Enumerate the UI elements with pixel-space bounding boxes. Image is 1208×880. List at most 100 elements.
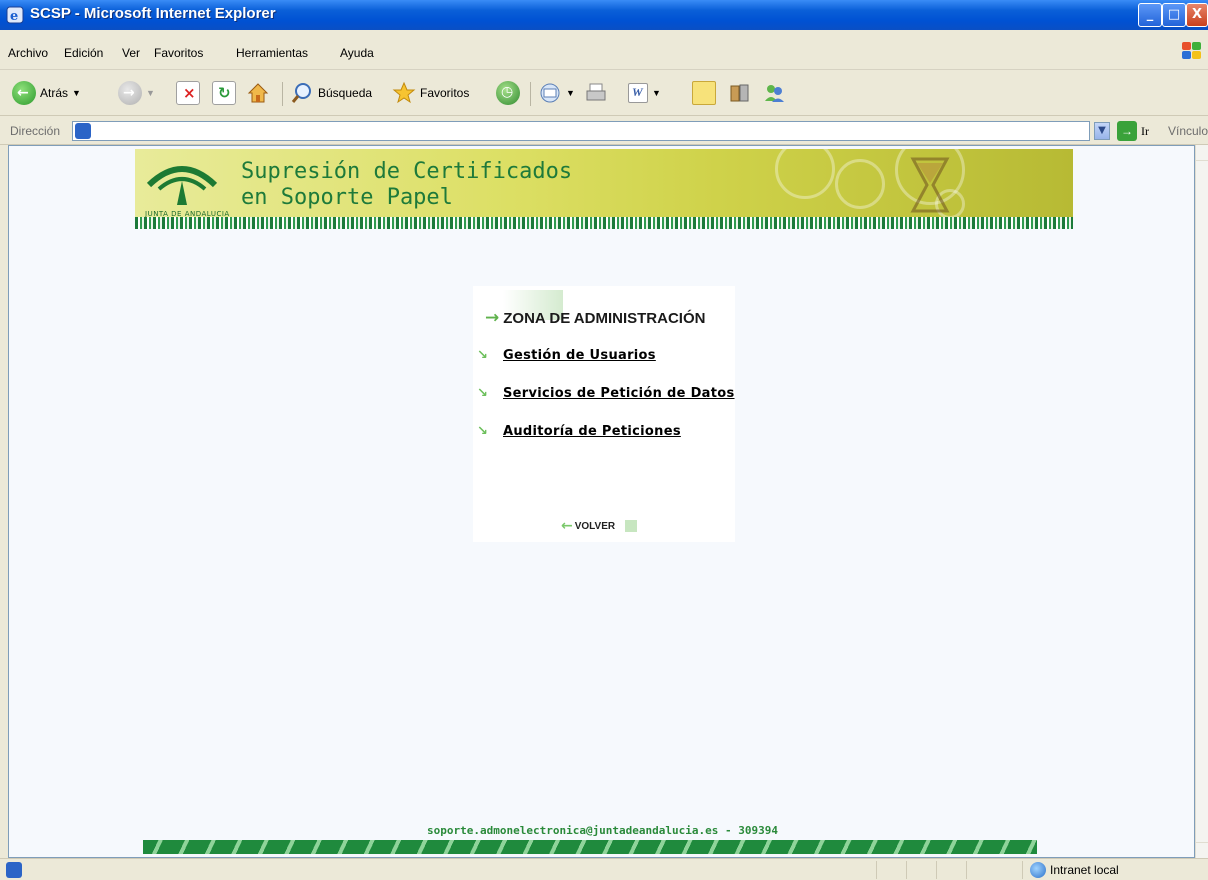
back-link[interactable]: ← VOLVER bbox=[561, 518, 638, 534]
browser-window: e SCSP - Microsoft Internet Explorer _ □… bbox=[0, 0, 1208, 880]
status-bar: Intranet local bbox=[0, 858, 1208, 880]
hourglass-icon bbox=[910, 157, 950, 213]
favorites-label: Favoritos bbox=[420, 86, 470, 100]
arrow-right-icon: → bbox=[485, 308, 500, 328]
arrow-left-icon: ← bbox=[561, 518, 573, 534]
refresh-button[interactable]: ↻ bbox=[212, 80, 236, 106]
arrow-down-right-icon: ↘ bbox=[477, 423, 488, 439]
security-zone[interactable]: Intranet local bbox=[1030, 862, 1119, 878]
home-button[interactable] bbox=[246, 80, 270, 106]
toolbar: ← Atrás ▼ → ▼ × ↻ Búsqueda Favoritos ◷ ▼… bbox=[0, 70, 1208, 116]
junta-logo-icon bbox=[146, 166, 218, 205]
stop-button[interactable]: × bbox=[176, 80, 200, 106]
menu-bar: Archivo Edición Ver Favoritos Herramient… bbox=[0, 30, 1208, 70]
chevron-down-icon[interactable]: ▼ bbox=[1094, 122, 1110, 140]
menu-favoritos[interactable]: Favoritos bbox=[154, 46, 203, 60]
link-auditoria-peticiones[interactable]: ↘ Auditoría de Peticiones bbox=[477, 424, 681, 439]
title-bar[interactable]: e SCSP - Microsoft Internet Explorer _ □… bbox=[0, 0, 1208, 30]
word-icon: W bbox=[628, 83, 648, 103]
star-icon bbox=[392, 81, 416, 105]
link-label[interactable]: Gestión de Usuarios bbox=[503, 348, 656, 363]
discuss-button[interactable] bbox=[692, 80, 716, 106]
back-link-label[interactable]: VOLVER bbox=[575, 521, 615, 532]
chevron-down-icon[interactable]: ▼ bbox=[146, 88, 155, 98]
close-button[interactable]: X bbox=[1186, 3, 1208, 27]
edit-button[interactable]: W ▼ bbox=[628, 80, 661, 106]
windows-logo-icon bbox=[1180, 40, 1204, 62]
refresh-icon: ↻ bbox=[212, 81, 236, 105]
back-button[interactable]: ← Atrás ▼ bbox=[12, 80, 81, 106]
stop-icon: × bbox=[176, 81, 200, 105]
toolbar-separator bbox=[282, 82, 283, 106]
status-pane bbox=[966, 861, 967, 879]
back-arrow-icon: ← bbox=[12, 81, 36, 105]
history-icon: ◷ bbox=[496, 81, 520, 105]
note-icon bbox=[692, 81, 716, 105]
chevron-down-icon[interactable]: ▼ bbox=[652, 88, 661, 98]
page-icon bbox=[75, 123, 91, 139]
ie-icon: e bbox=[6, 6, 24, 24]
mail-button[interactable]: ▼ bbox=[538, 80, 575, 106]
menu-ver[interactable]: Ver bbox=[122, 46, 140, 60]
menu-archivo[interactable]: Archivo bbox=[8, 46, 48, 60]
scroll-down-arrow-icon[interactable] bbox=[1196, 842, 1208, 858]
chevron-down-icon[interactable]: ▼ bbox=[72, 88, 81, 98]
svg-text:e: e bbox=[10, 9, 18, 24]
go-arrow-icon: → bbox=[1117, 121, 1137, 141]
search-button[interactable]: Búsqueda bbox=[290, 80, 372, 106]
address-bar: Dirección ▼ → Ir Vínculo bbox=[0, 117, 1208, 145]
toolbar-separator bbox=[530, 82, 531, 106]
menu-edicion[interactable]: Edición bbox=[64, 46, 103, 60]
go-button[interactable]: → Ir bbox=[1117, 121, 1149, 141]
favorites-button[interactable]: Favoritos bbox=[392, 80, 469, 106]
mail-icon bbox=[538, 81, 562, 105]
admin-header: → ZONA DE ADMINISTRACIÓN bbox=[485, 308, 705, 328]
address-input[interactable] bbox=[72, 121, 1090, 141]
search-label: Búsqueda bbox=[318, 86, 373, 100]
menu-ayuda[interactable]: Ayuda bbox=[340, 46, 374, 60]
forward-button[interactable]: → ▼ bbox=[118, 80, 155, 106]
zone-label: Intranet local bbox=[1050, 863, 1119, 877]
research-button[interactable] bbox=[728, 80, 752, 106]
print-button[interactable] bbox=[584, 80, 608, 106]
admin-panel: → ZONA DE ADMINISTRACIÓN ↘ Gestión de Us… bbox=[473, 286, 735, 542]
globe-icon bbox=[1030, 862, 1046, 878]
address-label: Dirección bbox=[10, 124, 61, 138]
status-pane bbox=[1022, 861, 1023, 879]
research-icon bbox=[728, 81, 752, 105]
printer-icon bbox=[584, 81, 608, 105]
decoration-square bbox=[625, 520, 638, 532]
forward-arrow-icon: → bbox=[118, 81, 142, 105]
home-icon bbox=[246, 81, 270, 105]
ie-page-icon bbox=[6, 862, 22, 878]
banner-title-line2: en Soporte Papel bbox=[241, 185, 453, 210]
arrow-down-right-icon: ↘ bbox=[477, 385, 488, 401]
minimize-button[interactable]: _ bbox=[1138, 3, 1162, 27]
scroll-up-arrow-icon[interactable] bbox=[1196, 145, 1208, 161]
header-banner: JUNTA DE ANDALUCIA Supresión de Certific… bbox=[135, 149, 1073, 249]
vertical-scrollbar[interactable] bbox=[1195, 145, 1208, 858]
gear-icon bbox=[835, 159, 885, 209]
links-label[interactable]: Vínculo bbox=[1168, 124, 1208, 138]
link-label[interactable]: Auditoría de Peticiones bbox=[503, 424, 681, 439]
messenger-button[interactable] bbox=[762, 80, 786, 106]
arrow-down-right-icon: ↘ bbox=[477, 347, 488, 363]
admin-title: ZONA DE ADMINISTRACIÓN bbox=[503, 309, 706, 327]
banner-stripe bbox=[135, 217, 1073, 229]
go-label: Ir bbox=[1141, 123, 1149, 138]
footer-stripe bbox=[143, 840, 1037, 854]
maximize-button[interactable]: □ bbox=[1162, 3, 1186, 27]
messenger-icon bbox=[762, 81, 786, 105]
chevron-down-icon[interactable]: ▼ bbox=[566, 88, 575, 98]
search-icon bbox=[290, 81, 314, 105]
footer-contact: soporte.admonelectronica@juntadeandaluci… bbox=[427, 824, 778, 837]
menu-herramientas[interactable]: Herramientas bbox=[236, 46, 308, 60]
link-servicios-peticion[interactable]: ↘ Servicios de Petición de Datos bbox=[477, 386, 735, 401]
banner-title-line1: Supresión de Certificados bbox=[241, 159, 573, 184]
window-title: SCSP - Microsoft Internet Explorer bbox=[30, 5, 276, 22]
history-button[interactable]: ◷ bbox=[496, 80, 520, 106]
status-pane bbox=[876, 861, 877, 879]
link-label[interactable]: Servicios de Petición de Datos bbox=[503, 386, 735, 401]
back-label: Atrás bbox=[40, 86, 69, 100]
link-gestion-usuarios[interactable]: ↘ Gestión de Usuarios bbox=[477, 348, 656, 363]
